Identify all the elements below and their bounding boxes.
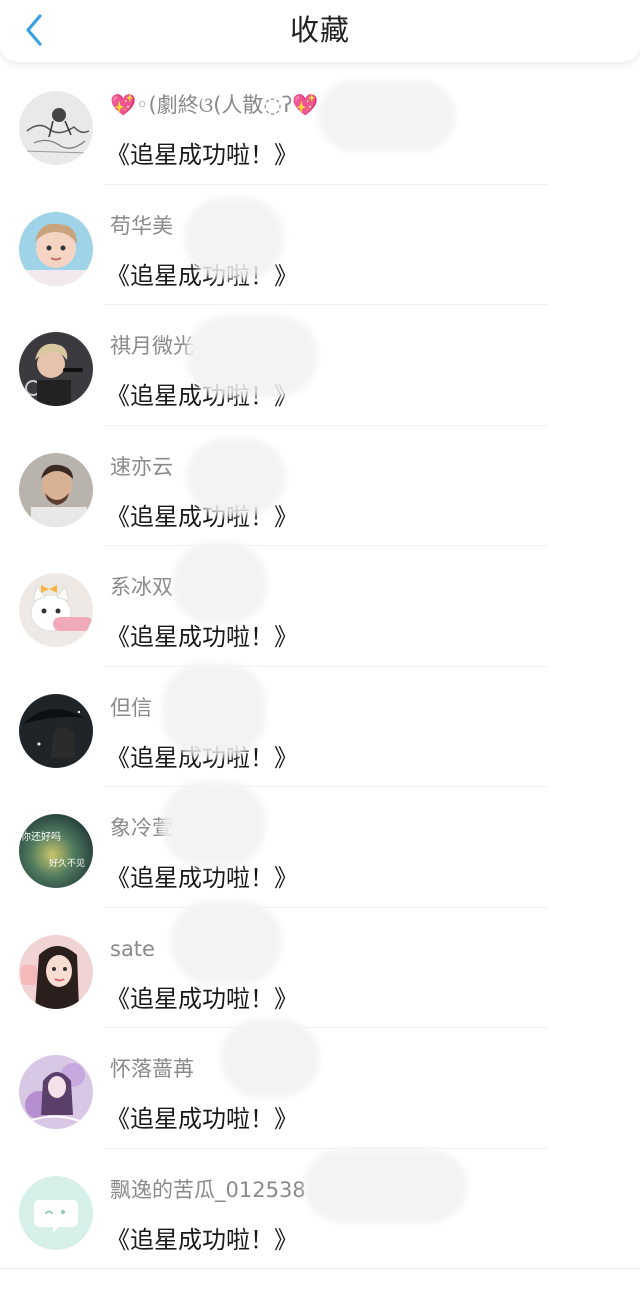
redaction-blur xyxy=(304,1148,468,1223)
divider xyxy=(0,1268,640,1269)
username: 祺月微光 xyxy=(110,334,194,358)
avatar[interactable] xyxy=(19,211,93,286)
redaction-blur xyxy=(172,542,268,624)
username: 但信 xyxy=(110,695,152,720)
avatar[interactable] xyxy=(19,91,93,165)
redaction-blur xyxy=(186,315,318,397)
list-item[interactable]: 速亦云 《追星成功啦！》 xyxy=(0,426,640,546)
message-text: 《追星成功啦！》 xyxy=(106,1105,298,1133)
message-text: 《追星成功啦！》 xyxy=(106,1225,298,1254)
redaction-blur xyxy=(170,899,282,984)
list-item[interactable]: 苟华美 《追星成功啦！》 xyxy=(0,185,640,305)
redaction-blur xyxy=(162,781,266,867)
redaction-blur xyxy=(184,196,284,279)
redaction-blur xyxy=(186,437,286,516)
username: 系冰双 xyxy=(110,575,173,599)
avatar[interactable] xyxy=(19,452,93,527)
chat-bubble-icon xyxy=(19,1175,93,1250)
page-title: 收藏 xyxy=(289,13,350,47)
list-item[interactable]: 你还好吗 好久不见 象冷萱 《追星成功啦！》 xyxy=(0,781,640,908)
username: sate xyxy=(110,936,155,961)
list-item[interactable]: 系冰双 《追星成功啦！》 xyxy=(0,542,640,667)
avatar[interactable]: 你还好吗 好久不见 xyxy=(19,814,93,888)
redaction-blur xyxy=(318,80,456,152)
avatar[interactable] xyxy=(19,1055,93,1129)
avatar[interactable] xyxy=(19,332,93,406)
list-item[interactable]: 怀落蔷苒 《追星成功啦！》 xyxy=(0,1018,640,1149)
username: 速亦云 xyxy=(110,454,173,479)
avatar[interactable] xyxy=(19,573,93,647)
username: 怀落蔷苒 xyxy=(110,1057,194,1081)
message-text: 《追星成功啦！》 xyxy=(106,141,298,169)
avatar-text: 好久不见 xyxy=(49,857,85,869)
avatar[interactable] xyxy=(19,934,93,1009)
username: 💖◦(劇終ଓ(人散◌ʔ💖 xyxy=(110,93,319,117)
redaction-blur xyxy=(220,1018,320,1098)
avatar[interactable] xyxy=(19,693,93,768)
message-text: 《追星成功啦！》 xyxy=(106,623,298,651)
list-item[interactable]: 飘逸的苦瓜_012538 《追星成功啦！》 xyxy=(0,1148,640,1269)
username: 苟华美 xyxy=(110,213,173,238)
top-bar: 收藏 xyxy=(0,0,640,62)
list-item[interactable]: sate 《追星成功啦！》 xyxy=(0,899,640,1028)
avatar-text: 你还好吗 xyxy=(21,830,61,843)
list-item[interactable]: 💖◦(劇終ଓ(人散◌ʔ💖 《追星成功啦！》 xyxy=(0,64,640,185)
avatar[interactable] xyxy=(19,1175,93,1250)
username: 飘逸的苦瓜_012538 xyxy=(110,1177,306,1202)
message-text: 《追星成功啦！》 xyxy=(106,984,298,1013)
favorites-list: 💖◦(劇終ଓ(人散◌ʔ💖 《追星成功啦！》 苟华美 《追星成功啦！》 祺月微光 … xyxy=(0,64,640,1269)
list-item[interactable]: 祺月微光 《追星成功啦！》 xyxy=(0,305,640,426)
redaction-blur xyxy=(162,662,266,757)
list-item[interactable]: 但信 《追星成功啦！》 xyxy=(0,662,640,787)
